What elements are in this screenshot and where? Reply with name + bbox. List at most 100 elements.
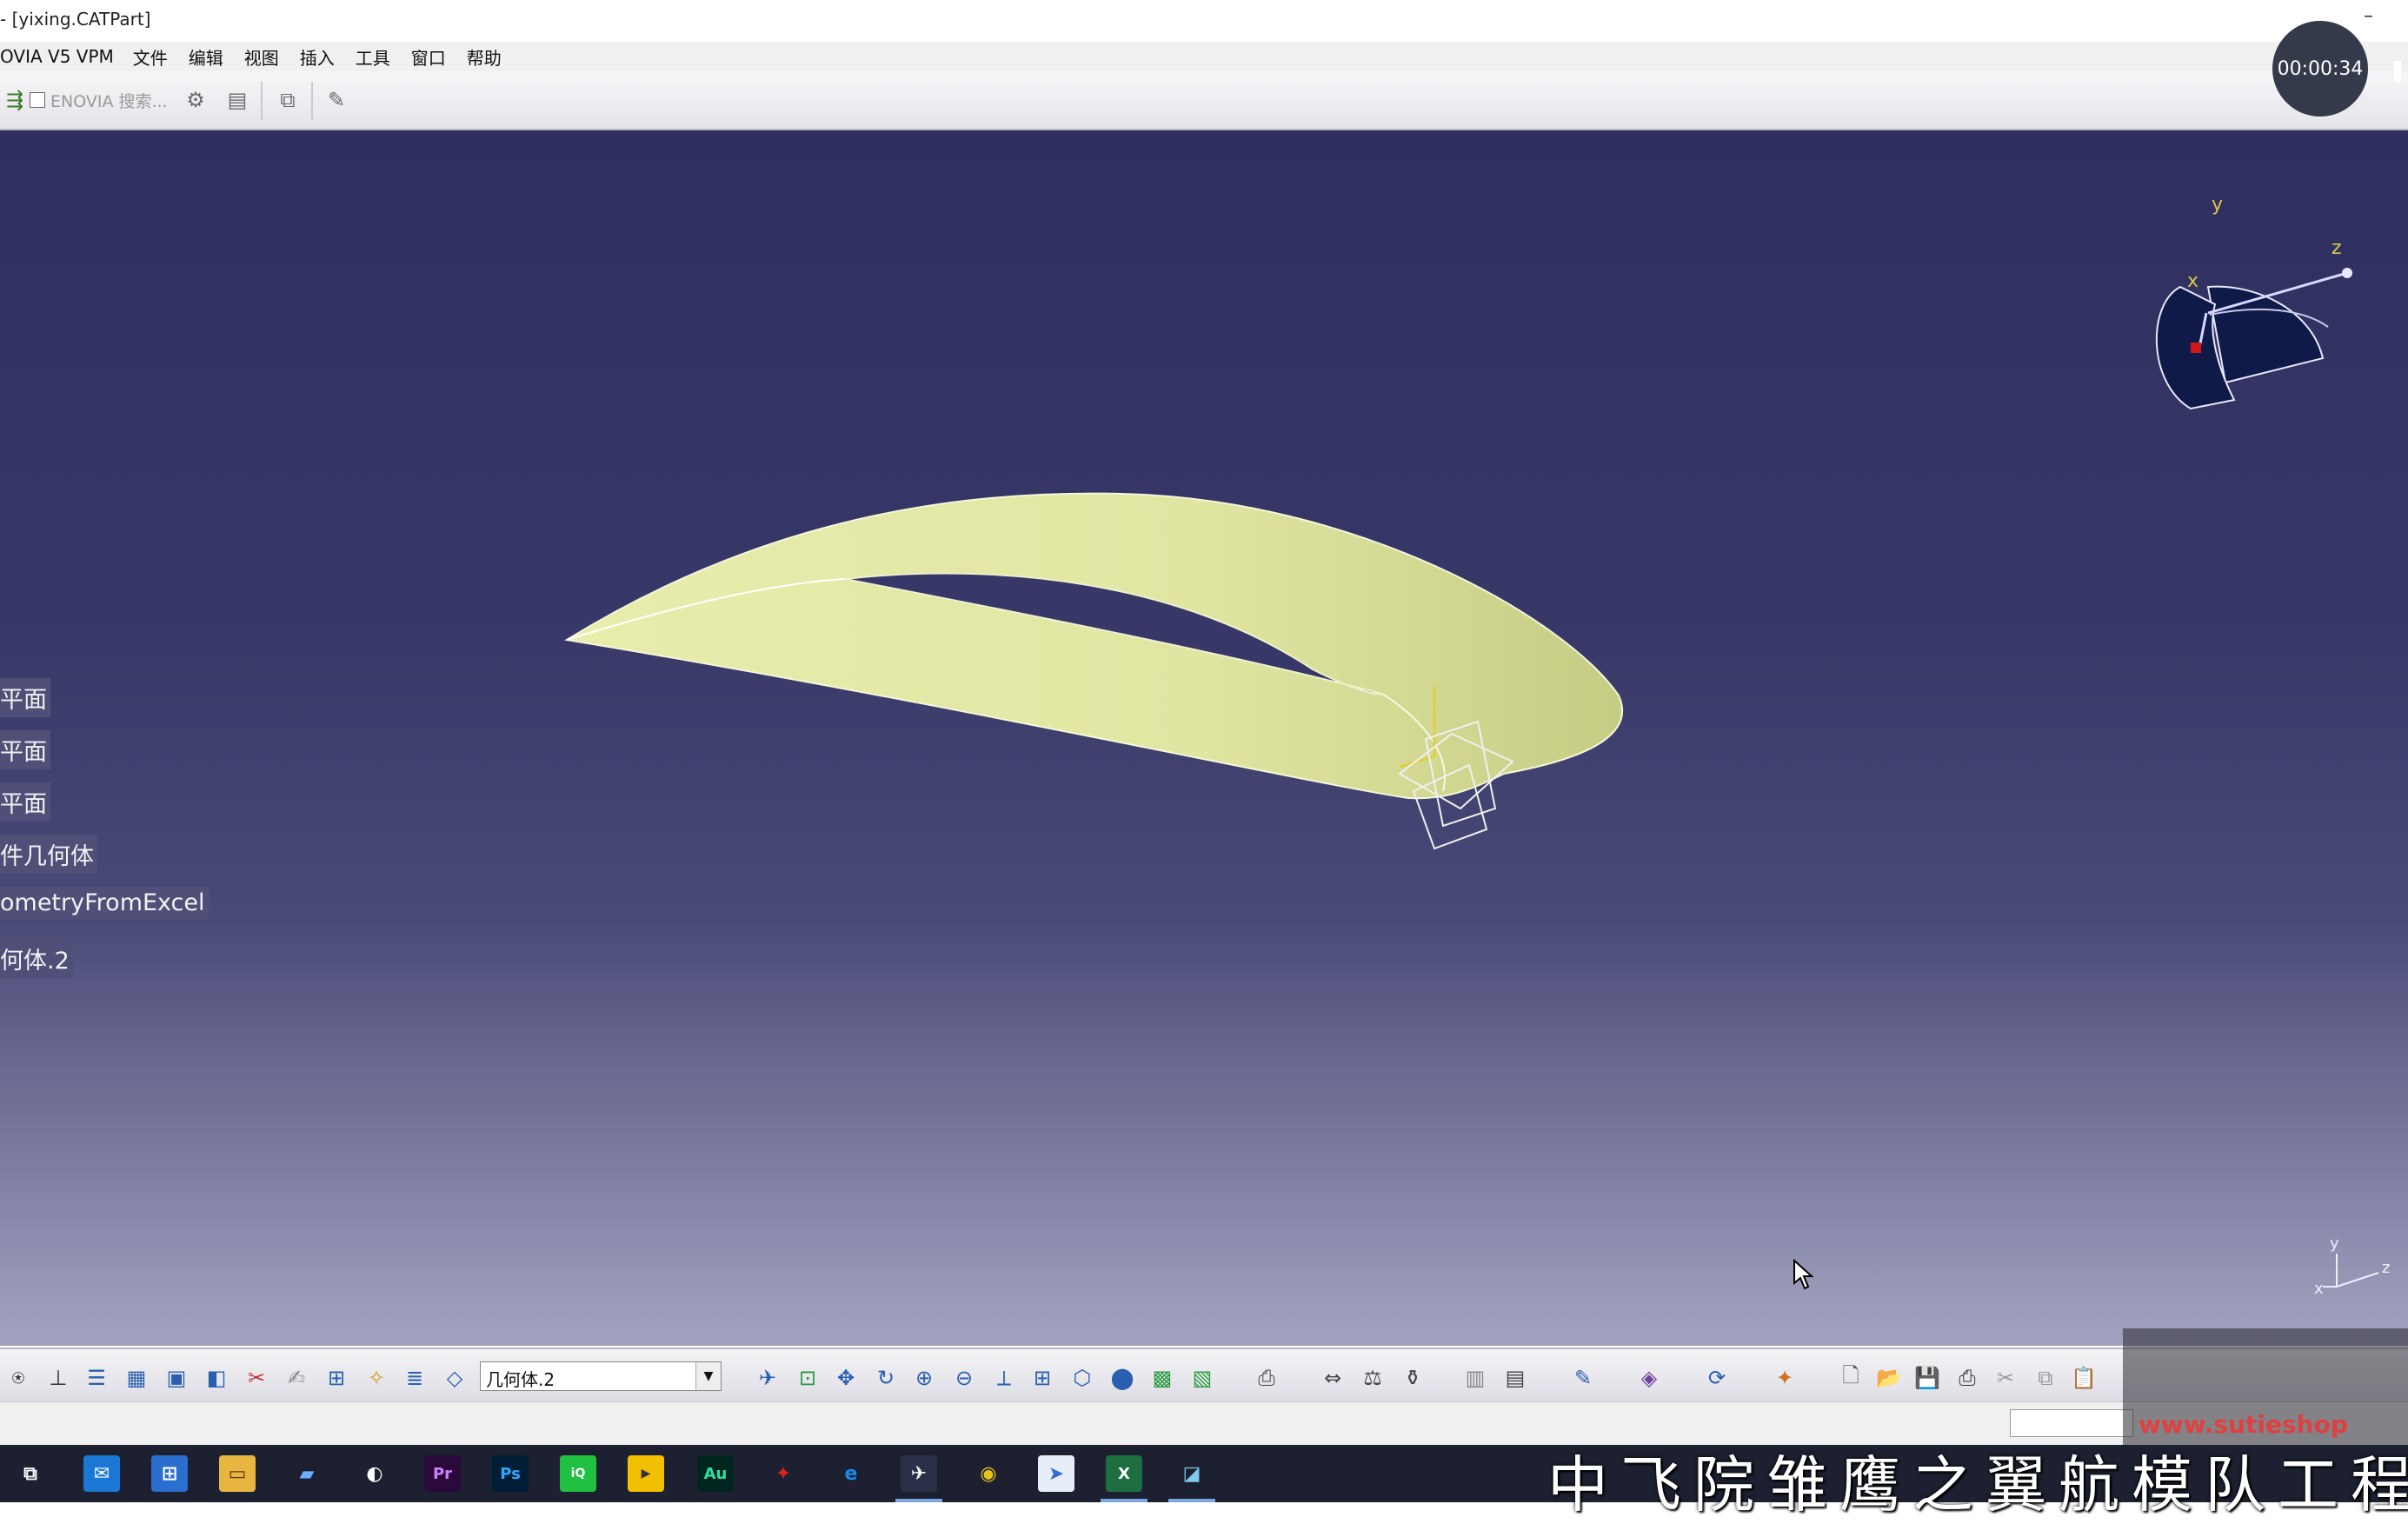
3d-viewport[interactable]: y x z y z x 平面 平面 平面 件几何体 ometryFromExce… xyxy=(0,130,2408,1346)
hide-show-icon[interactable]: ▩ xyxy=(1147,1363,1177,1393)
game-app-icon[interactable]: ✦ xyxy=(765,1455,802,1492)
zoom-out-icon[interactable]: ⊖ xyxy=(949,1363,979,1393)
premiere-icon[interactable]: Pr xyxy=(424,1455,461,1492)
command-input[interactable] xyxy=(2010,1409,2133,1437)
chrome-icon[interactable]: ◉ xyxy=(970,1455,1007,1492)
tree-item-geometry-set-2[interactable]: 何体.2 xyxy=(0,939,73,978)
material-icon[interactable]: ◈ xyxy=(1634,1363,1664,1393)
text-annotation-icon[interactable]: ✎ xyxy=(1568,1363,1598,1393)
workbench-button[interactable]: ⇶ xyxy=(0,85,30,115)
iqiyi-icon[interactable]: iQ xyxy=(560,1455,596,1492)
enovia-search-label: ENOVIA 搜索... xyxy=(50,91,168,111)
open-icon[interactable]: 📂 xyxy=(1874,1363,1904,1393)
menu-file[interactable]: 文件 xyxy=(133,44,168,70)
iso-view-icon[interactable]: ⬡ xyxy=(1068,1363,1097,1393)
excel-icon[interactable]: X xyxy=(1106,1455,1142,1492)
triad-z-label: z xyxy=(2382,1259,2390,1277)
cut-icon[interactable]: ✂ xyxy=(1991,1363,2020,1393)
transfer-button[interactable]: ⧉ xyxy=(273,85,303,115)
watermark-overlay: www.sutieshop xyxy=(2123,1328,2408,1450)
transfer-icon: ⧉ xyxy=(280,88,296,112)
menu-enovia[interactable]: OVIA V5 VPM xyxy=(0,46,114,67)
menu-window[interactable]: 窗口 xyxy=(411,44,446,70)
body-icon[interactable]: ▣ xyxy=(162,1363,191,1393)
measure-icon[interactable]: ⇔ xyxy=(1318,1363,1347,1393)
inertia-icon[interactable]: ⚱ xyxy=(1398,1363,1427,1393)
file-explorer-icon[interactable]: ▭ xyxy=(219,1455,256,1492)
tree-item-geometry-from-excel[interactable]: ometryFromExcel xyxy=(0,887,209,919)
checkout-button[interactable]: ✎ xyxy=(322,85,351,115)
pan-icon[interactable]: ✥ xyxy=(831,1363,861,1393)
wing-surface[interactable] xyxy=(564,492,1624,800)
photoshop-icon[interactable]: Ps xyxy=(492,1455,529,1492)
store-icon[interactable]: ⊞ xyxy=(151,1455,188,1492)
rotate-icon[interactable]: ↻ xyxy=(871,1363,901,1393)
player-icon[interactable]: ▶ xyxy=(628,1455,664,1492)
minimize-button[interactable]: – xyxy=(2364,5,2373,27)
edge-icon[interactable]: e xyxy=(833,1455,869,1492)
cube-icon[interactable]: ◧ xyxy=(202,1363,231,1393)
task-view-icon[interactable]: ⧉ xyxy=(12,1455,49,1492)
compass-z-label: z xyxy=(2332,237,2342,259)
menu-insert[interactable]: 插入 xyxy=(300,44,335,70)
new-icon[interactable]: 🗋 xyxy=(1836,1363,1866,1393)
feishu-icon[interactable]: ➤ xyxy=(1038,1455,1074,1492)
document-icon: ▤ xyxy=(227,88,248,112)
menu-help[interactable]: 帮助 xyxy=(467,44,502,70)
tree-item-plane-2[interactable]: 平面 xyxy=(0,730,50,769)
menu-edit[interactable]: 编辑 xyxy=(189,44,223,70)
tree-item-part-body[interactable]: 件几何体 xyxy=(0,835,97,874)
menu-view[interactable]: 视图 xyxy=(244,44,279,70)
swap-space-icon[interactable]: ▧ xyxy=(1187,1363,1217,1393)
copy-icon[interactable]: ⧉ xyxy=(2031,1363,2060,1393)
pause-icon[interactable] xyxy=(2394,61,2401,82)
grid-icon[interactable]: ▦ xyxy=(122,1363,151,1393)
paste-icon[interactable]: 📋 xyxy=(2069,1363,2099,1393)
sync-app-icon[interactable]: ◐ xyxy=(356,1455,393,1492)
desktop-app-icon[interactable]: ▰ xyxy=(289,1455,325,1492)
audition-icon[interactable]: Au xyxy=(697,1455,734,1492)
recording-timer[interactable]: 00:00:34 xyxy=(2272,21,2368,116)
list-icon[interactable]: ≣ xyxy=(400,1363,429,1393)
tree-item-plane-1[interactable]: 平面 xyxy=(0,678,50,717)
document-button[interactable]: ▤ xyxy=(223,85,252,115)
layer-icon[interactable]: ◇ xyxy=(440,1363,469,1393)
part-geometry[interactable]: y x z y z x xyxy=(0,130,2408,1346)
table-icon[interactable]: ▤ xyxy=(1500,1363,1530,1393)
mail-icon[interactable]: ✉ xyxy=(83,1455,120,1492)
enovia-search-toggle[interactable]: ENOVIA 搜索... xyxy=(30,85,168,115)
checkout-icon: ✎ xyxy=(327,88,346,112)
catalog-icon[interactable]: ▥ xyxy=(1460,1363,1490,1393)
normal-view-icon[interactable]: ⟂ xyxy=(989,1363,1019,1393)
search-options-button[interactable]: ⚙ xyxy=(181,85,210,115)
triad-y-label: y xyxy=(2330,1235,2339,1253)
zoom-in-icon[interactable]: ⊕ xyxy=(909,1363,939,1393)
update-icon[interactable]: ⟳ xyxy=(1702,1363,1732,1393)
render-style-icon[interactable]: ⬤ xyxy=(1108,1363,1137,1393)
light-icon[interactable]: ✧ xyxy=(362,1363,391,1393)
note-app-icon[interactable]: ◪ xyxy=(1174,1455,1210,1492)
fly-mode-icon[interactable]: ✈ xyxy=(753,1363,782,1393)
apply-material-icon[interactable]: ✦ xyxy=(1770,1363,1799,1393)
chevron-down-icon[interactable]: ▼ xyxy=(695,1362,721,1390)
quick-print-icon[interactable]: ⎙ xyxy=(1952,1363,1982,1393)
checkbox-icon[interactable] xyxy=(30,92,45,108)
menu-bar: OVIA V5 VPM 文件 编辑 视图 插入 工具 窗口 帮助 xyxy=(0,42,2408,71)
catia-icon[interactable]: ✈ xyxy=(901,1455,937,1492)
sketch-icon[interactable]: ✍ xyxy=(282,1363,311,1393)
save-icon[interactable]: 💾 xyxy=(1912,1363,1942,1393)
constraint-icon[interactable]: ✂ xyxy=(242,1363,271,1393)
multi-view-icon[interactable]: ⊞ xyxy=(1028,1363,1057,1393)
menu-tools[interactable]: 工具 xyxy=(356,44,390,70)
fit-all-icon[interactable]: ⊡ xyxy=(793,1363,822,1393)
axis-system-icon[interactable]: ⊥ xyxy=(43,1363,73,1393)
measure-item-icon[interactable]: ⚖ xyxy=(1358,1363,1387,1393)
geometry-dropdown[interactable]: 几何体.2 ▼ xyxy=(480,1361,722,1391)
print-icon[interactable]: ⎙ xyxy=(1252,1363,1281,1393)
hierarchy-icon[interactable]: ⊞ xyxy=(322,1363,351,1393)
window-title: - [yixing.CATPart] xyxy=(0,9,151,30)
compass-widget[interactable]: y x z xyxy=(2156,194,2352,410)
select-icon[interactable]: ⍟ xyxy=(3,1363,33,1393)
tree-item-plane-3[interactable]: 平面 xyxy=(0,782,50,822)
tree-icon[interactable]: ☰ xyxy=(82,1363,111,1393)
